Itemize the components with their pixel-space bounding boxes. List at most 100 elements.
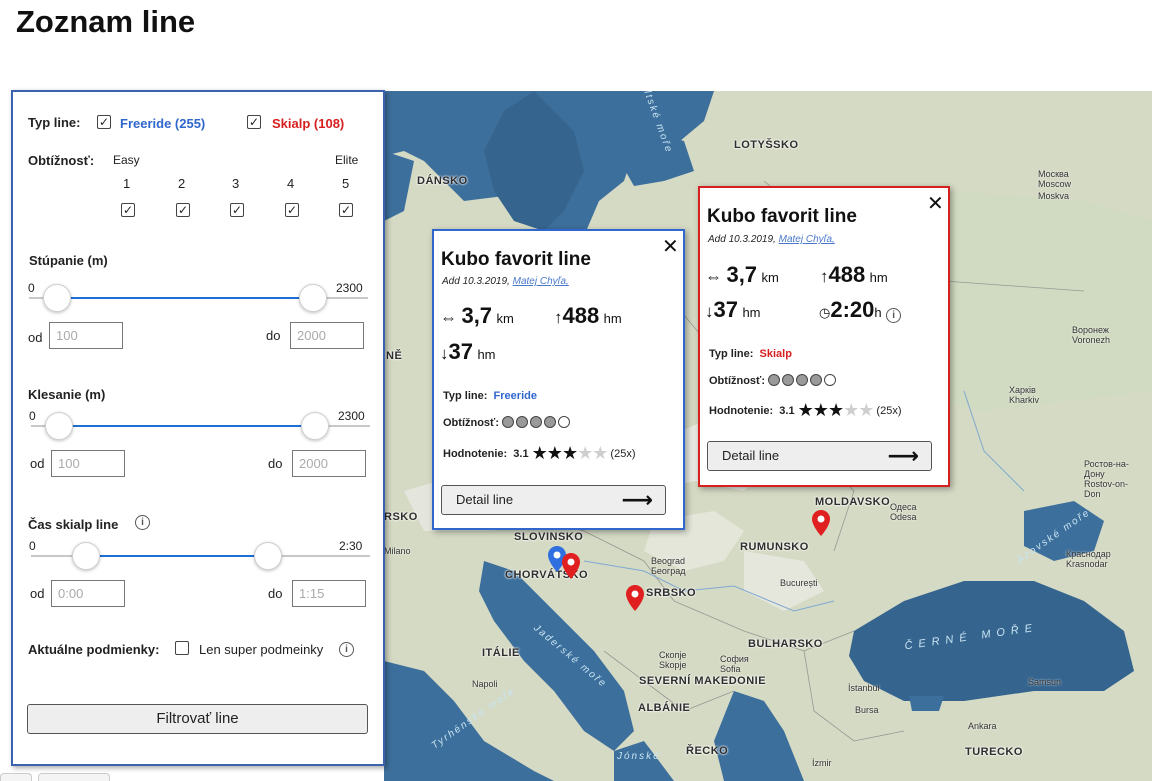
star-filled-icon: ★ xyxy=(531,443,548,463)
check-icon: ✓ xyxy=(98,115,110,129)
skialp-time-min-handle[interactable] xyxy=(72,542,100,570)
skialp-time-to-input[interactable]: 1:15 xyxy=(292,580,366,607)
map-marker-skialp[interactable] xyxy=(626,585,644,611)
descent-stat: ↓37 hm xyxy=(705,297,761,322)
check-icon: ✓ xyxy=(122,203,134,217)
ascent-from-input[interactable]: 100 xyxy=(49,322,123,349)
freeride-checkbox[interactable]: ✓ xyxy=(97,115,111,129)
star-filled-icon: ★ xyxy=(812,400,829,420)
country-label-rs: SRBSKO xyxy=(646,587,697,599)
check-icon: ✓ xyxy=(248,115,260,129)
descent-to-input[interactable]: 2000 xyxy=(292,450,366,477)
difficulty-2-checkbox[interactable]: ✓ xyxy=(176,203,190,217)
star-empty-icon: ★ xyxy=(577,443,593,463)
city-label-beograd: Beograd Београд xyxy=(651,556,686,576)
ascent-max-label: 2300 xyxy=(336,281,363,295)
difficulty-dot-filled xyxy=(502,416,515,428)
skialp-time-slider-fill xyxy=(85,555,268,557)
ascent-min-handle[interactable] xyxy=(42,284,71,312)
difficulty-level-label: 1 xyxy=(123,176,131,191)
city-label-bucuresti: București xyxy=(780,578,818,588)
filter-submit-button[interactable]: Filtrovať line xyxy=(27,704,368,734)
difficulty-dot-filled xyxy=(530,416,543,428)
country-label-it: ITÁLIE xyxy=(482,647,520,659)
difficulty-dot-filled xyxy=(810,374,823,386)
check-icon: ✓ xyxy=(231,203,243,217)
popup-title: Kubo favorit line xyxy=(441,249,591,270)
popup-type-value: Skialp xyxy=(759,348,792,360)
close-icon[interactable]: ✕ xyxy=(927,194,944,214)
difficulty-5-checkbox[interactable]: ✓ xyxy=(339,203,353,217)
author-link[interactable]: Matej Chyľa, xyxy=(513,276,569,287)
arrow-right-icon: ⟶ xyxy=(621,487,653,512)
author-link[interactable]: Matej Chyľa, xyxy=(779,234,835,245)
difficulty-label: Obtížnosť: xyxy=(28,153,95,168)
city-label-milano: Milano xyxy=(384,546,411,556)
difficulty-level-label: 2 xyxy=(178,176,186,191)
check-icon: ✓ xyxy=(340,203,352,217)
popup-title: Kubo favorit line xyxy=(707,206,857,227)
city-label-skopje: Скопје Skopje xyxy=(659,650,687,670)
star-filled-icon: ★ xyxy=(797,400,814,420)
difficulty-1-checkbox[interactable]: ✓ xyxy=(121,203,135,217)
descent-max-handle[interactable] xyxy=(301,412,330,440)
star-filled-icon: ★ xyxy=(827,400,844,420)
difficulty-3-checkbox[interactable]: ✓ xyxy=(230,203,244,217)
info-icon[interactable]: i xyxy=(135,515,150,530)
detail-line-button[interactable]: Detail line ⟶ xyxy=(441,485,666,515)
skialp-time-max-handle[interactable] xyxy=(254,542,282,570)
city-label-voronezh: Воронеж Voronezh xyxy=(1072,325,1111,345)
type-label: Typ line: xyxy=(28,115,81,130)
city-label-izmir: İzmir xyxy=(812,758,832,768)
close-icon[interactable]: ✕ xyxy=(662,237,679,257)
skialp-checkbox[interactable]: ✓ xyxy=(247,115,261,129)
star-filled-icon: ★ xyxy=(546,443,563,463)
popup-type-value: Freeride xyxy=(493,390,537,402)
descent-from-input[interactable]: 100 xyxy=(51,450,125,477)
difficulty-dot-filled xyxy=(544,416,557,428)
distance-stat: ⇔ 3,7 km xyxy=(705,262,779,287)
super-conditions-label[interactable]: Len super podmeinky xyxy=(199,642,323,657)
skialp-time-to-label: do xyxy=(268,586,283,601)
city-label-sofia: София Sofia xyxy=(720,654,749,674)
info-icon[interactable]: i xyxy=(339,642,354,657)
country-label-md: MOLDAVSKO xyxy=(815,496,891,508)
map-marker-skialp[interactable] xyxy=(812,510,830,536)
difficulty-level-label: 4 xyxy=(287,176,295,191)
rating-stars: ★★★★★ xyxy=(798,400,875,420)
descent-min-handle[interactable] xyxy=(44,412,73,440)
skialp-time-from-input[interactable]: 0:00 xyxy=(51,580,125,607)
city-label-odesa: Одеса Odesa xyxy=(890,502,917,522)
page-title: Zoznam line xyxy=(16,4,196,39)
descent-to-label: do xyxy=(268,456,283,471)
popup-type-row: Typ line: Skialp xyxy=(709,348,792,360)
arrow-down-icon: ↓ xyxy=(440,344,449,363)
ascent-max-handle[interactable] xyxy=(299,284,328,312)
detail-line-button[interactable]: Detail line ⟶ xyxy=(707,441,932,471)
country-label-si: SLOVINSKO xyxy=(514,531,584,543)
horizontal-arrows-icon: ⇔ xyxy=(705,267,722,286)
difficulty-4-checkbox[interactable]: ✓ xyxy=(285,203,299,217)
map-control[interactable] xyxy=(0,773,32,781)
difficulty-dots xyxy=(502,416,572,429)
difficulty-dot-filled xyxy=(768,374,781,386)
map-marker-skialp[interactable] xyxy=(562,553,580,579)
skialp-time-from-label: od xyxy=(30,586,45,601)
country-label-tr: TURECKO xyxy=(965,746,1023,758)
info-icon[interactable]: i xyxy=(886,308,902,323)
star-filled-icon: ★ xyxy=(561,443,578,463)
ascent-to-input[interactable]: 2000 xyxy=(290,322,364,349)
country-label-lv: LOTYŠSKO xyxy=(734,139,799,151)
popup-added-info: Add 10.3.2019, Matej Chyľa, xyxy=(708,234,835,245)
ascent-min-label: 0 xyxy=(28,281,35,295)
super-conditions-checkbox[interactable] xyxy=(175,641,189,655)
easy-label: Easy xyxy=(113,153,140,167)
skialp-label[interactable]: Skialp (108) xyxy=(272,116,344,131)
freeride-label[interactable]: Freeride (255) xyxy=(120,116,205,131)
skialp-time-max-label: 2:30 xyxy=(339,539,363,553)
map-control[interactable] xyxy=(38,773,110,781)
difficulty-level-label: 5 xyxy=(342,176,350,191)
horizontal-arrows-icon: ⇔ xyxy=(440,308,457,327)
country-label-mk: SEVERNÍ MAKEDONIE xyxy=(639,675,767,687)
difficulty-dot-empty xyxy=(558,416,571,428)
